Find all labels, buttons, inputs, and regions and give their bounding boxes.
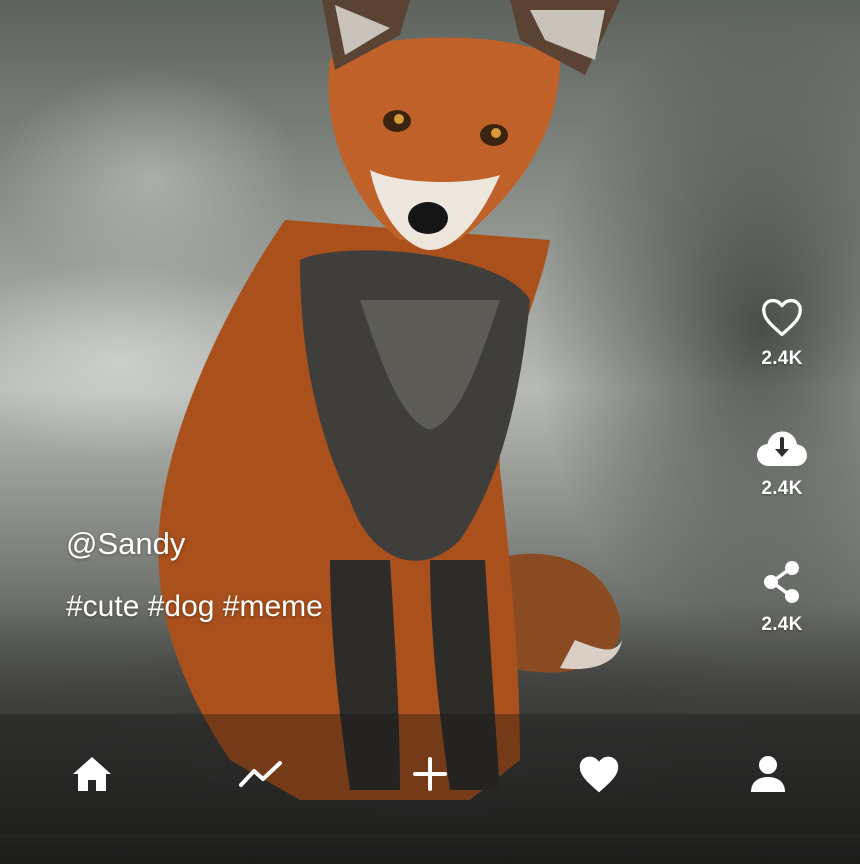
bottom-navigation: [0, 714, 860, 834]
like-action[interactable]: 2.4K: [742, 296, 822, 370]
trending-icon: [239, 761, 282, 787]
nav-home[interactable]: [70, 752, 114, 796]
username-link[interactable]: @Sandy: [66, 526, 185, 562]
video-feed-screen: 2.4K 2.4K 2.4K @Sandy #cute #dog #meme: [0, 0, 860, 864]
share-action[interactable]: 2.4K: [742, 560, 822, 636]
share-icon[interactable]: [761, 560, 803, 604]
plus-icon: [413, 757, 447, 791]
bottom-edge-shadow: [0, 834, 860, 864]
download-count: 2.4K: [761, 478, 803, 499]
nav-create[interactable]: [408, 752, 452, 796]
share-count: 2.4K: [761, 614, 803, 635]
nav-favorites[interactable]: [577, 752, 621, 796]
nav-profile[interactable]: [746, 752, 790, 796]
like-count: 2.4K: [761, 348, 803, 369]
heart-filled-icon: [579, 756, 619, 793]
hashtags-text[interactable]: #cute #dog #meme: [66, 590, 323, 624]
download-action[interactable]: 2.4K: [742, 430, 822, 500]
home-icon: [73, 757, 111, 791]
nav-trending[interactable]: [239, 752, 283, 796]
user-icon: [751, 756, 785, 792]
heart-outline-icon[interactable]: [760, 296, 804, 338]
cloud-download-icon[interactable]: [756, 430, 808, 468]
